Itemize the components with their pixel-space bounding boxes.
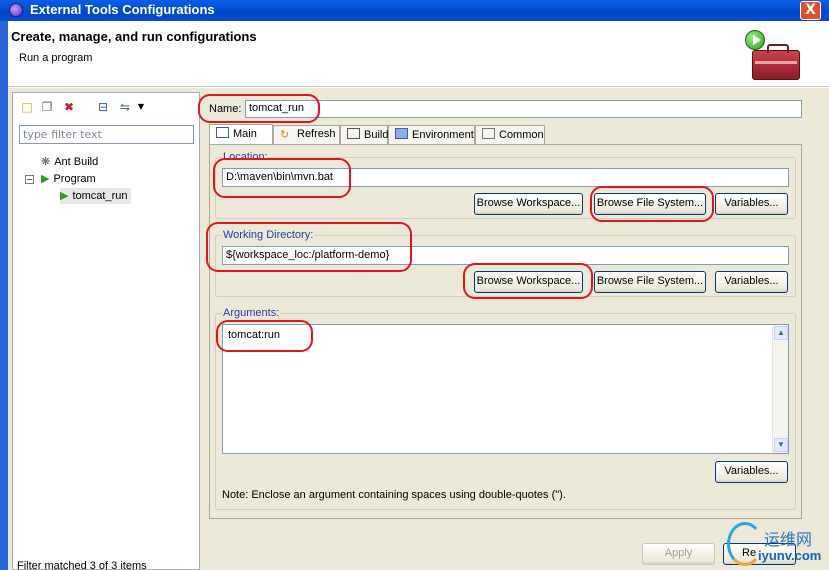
name-label: Name: [209,103,242,115]
collapse-all-icon[interactable]: ⊟ [95,99,111,115]
tab-label: Main [233,128,257,140]
tab-label: Build [364,129,389,141]
program-icon: ▶ [41,173,50,185]
collapse-toggle-icon[interactable]: − [25,175,34,184]
dialog-header: Create, manage, and run configurations R… [8,21,829,87]
location-variables-button[interactable]: Variables... [715,193,788,215]
tree-item-ant-build[interactable]: ❋ Ant Build [41,154,98,170]
arguments-note: Note: Enclose an argument containing spa… [222,489,566,501]
arguments-label: Arguments: [222,307,281,319]
close-button[interactable]: X [800,1,821,20]
name-field[interactable]: tomcat_run [245,100,802,118]
eclipse-icon [9,3,23,17]
header-subtitle: Run a program [19,52,93,64]
workdir-variables-button[interactable]: Variables... [715,271,788,293]
configuration-list-pane: □ ❐ ✖ ⊟ ⇋ ▼ type filter text ❋ Ant Build … [12,92,200,570]
program-config-icon: ▶ [60,190,69,202]
filter-status: Filter matched 3 of 3 items [17,560,147,570]
window-border [0,21,8,570]
watermark-cn: 运维网 [764,530,813,549]
tree-item-label: Ant Build [54,156,99,168]
environment-icon [395,128,408,139]
toolbox-icon [752,44,800,80]
location-browse-workspace-button[interactable]: Browse Workspace... [474,193,583,215]
common-icon [482,128,495,139]
location-browse-filesystem-button[interactable]: Browse File System... [594,193,706,215]
location-field[interactable]: D:\maven\bin\mvn.bat [222,168,789,187]
tree-item-label: tomcat_run [72,190,128,202]
tab-label: Common [499,129,544,141]
arguments-variables-button[interactable]: Variables... [715,461,788,483]
filter-icon[interactable]: ⇋ [117,99,133,115]
run-icon [745,30,765,50]
watermark-logo: 运维网 iyunv.com [722,520,829,570]
duplicate-config-icon[interactable]: ❐ [39,99,55,115]
arguments-textarea[interactable]: tomcat:run ▲ ▼ [222,324,789,454]
dropdown-arrow-icon[interactable]: ▼ [133,99,149,115]
workdir-browse-filesystem-button[interactable]: Browse File System... [594,271,706,293]
ant-icon: ❋ [41,156,51,168]
header-title: Create, manage, and run configurations [11,29,257,44]
workdir-browse-workspace-button[interactable]: Browse Workspace... [474,271,583,293]
arguments-scrollbar[interactable]: ▲ ▼ [772,325,788,453]
title-bar: External Tools Configurations X [0,0,829,21]
working-directory-field[interactable]: ${workspace_loc:/platform-demo} [222,246,789,265]
arguments-text: tomcat:run [228,329,280,341]
tree-item-label: Program [53,173,96,185]
main-tab-icon [216,127,229,138]
scroll-down-icon[interactable]: ▼ [774,438,788,452]
tab-common[interactable]: Common [475,125,545,144]
left-toolbar: □ ❐ ✖ ⊟ ⇋ ▼ [17,99,197,115]
tab-main[interactable]: Main [209,124,273,145]
tab-label: Environment [412,129,474,141]
delete-config-icon[interactable]: ✖ [61,99,77,115]
location-label: Location: [222,151,269,163]
tree-item-program[interactable]: ▶ Program [41,171,96,187]
tab-label: Refresh [297,128,336,140]
filter-input[interactable]: type filter text [19,125,194,144]
tab-build[interactable]: Build [340,125,388,144]
watermark-url: iyunv.com [758,548,822,563]
refresh-icon: ↻ [280,129,290,141]
tree-item-tomcat-run[interactable]: ▶ tomcat_run [60,188,131,204]
new-config-icon[interactable]: □ [19,99,35,115]
apply-button[interactable]: Apply [642,543,715,565]
window-title: External Tools Configurations [30,2,215,17]
working-directory-label: Working Directory: [222,229,315,241]
tab-refresh[interactable]: ↻ Refresh [273,125,340,144]
build-icon [347,128,360,139]
tab-environment[interactable]: Environment [388,125,475,144]
scroll-up-icon[interactable]: ▲ [774,326,788,340]
